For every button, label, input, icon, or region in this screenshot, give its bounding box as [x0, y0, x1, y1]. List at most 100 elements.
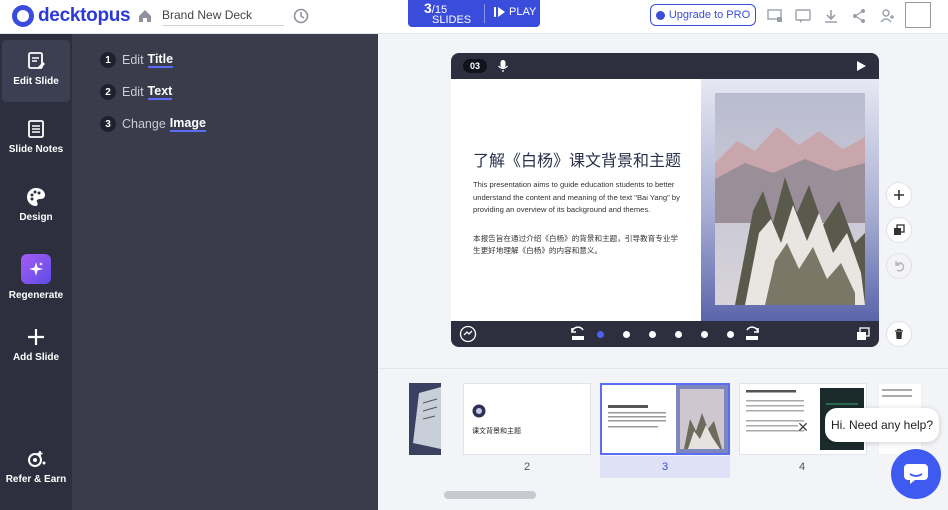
slide-paragraph-cn[interactable]: 本报告旨在通过介绍《白杨》的背景和主题，引导教育专业学生更好地理解《白杨》的内容… — [473, 233, 681, 257]
upgrade-clock-icon — [655, 10, 665, 20]
edit-step-text[interactable]: 2 Edit Text — [100, 83, 173, 101]
upgrade-button[interactable]: Upgrade to PRO — [650, 4, 756, 26]
rail-design[interactable]: Design — [0, 176, 72, 238]
rail-label: Edit Slide — [13, 76, 59, 87]
edit-slide-icon — [28, 52, 45, 69]
next-layout-icon[interactable] — [743, 326, 761, 342]
add-collaborator-icon[interactable] — [878, 7, 896, 25]
add-element-button[interactable] — [886, 182, 912, 208]
slide-topbar: 03 — [451, 53, 879, 79]
sparkle-icon — [29, 262, 43, 276]
download-icon[interactable] — [822, 7, 840, 25]
undo-icon — [895, 261, 905, 272]
thumb-slide-preview — [602, 385, 728, 453]
plus-icon — [894, 190, 904, 200]
step-prefix: Change — [122, 117, 166, 131]
slide-thumbnail-2[interactable]: 课文背景和主题 — [463, 383, 591, 455]
logo-text: decktopus — [38, 5, 131, 26]
regenerate-box — [21, 254, 51, 284]
undo-button[interactable] — [886, 253, 912, 279]
upgrade-label: Upgrade to PRO — [668, 9, 751, 21]
slide-navigation — [451, 321, 879, 347]
rail-label: Refer & Earn — [5, 474, 67, 485]
edit-panel: 1 Edit Title 2 Edit Text 3 Change Image — [72, 34, 378, 510]
deck-name-input[interactable]: Brand New Deck — [162, 6, 284, 26]
step-target: Title — [147, 52, 174, 68]
edit-step-title[interactable]: 1 Edit Title — [100, 51, 174, 69]
layout-dot[interactable] — [675, 331, 682, 338]
slide-thumbnail-3[interactable] — [600, 383, 730, 455]
thumb-logo-icon — [472, 404, 486, 418]
share-icon[interactable] — [850, 7, 868, 25]
step-target: Image — [169, 116, 206, 132]
home-icon[interactable] — [136, 7, 154, 25]
rail-label: Add Slide — [12, 352, 60, 363]
divider — [484, 4, 485, 23]
slide-title[interactable]: 了解《白杨》课文背景和主题 — [473, 147, 681, 171]
filmstrip-scrollbar[interactable] — [444, 491, 536, 499]
slides-counter[interactable]: 3/15 SLIDES — [424, 0, 471, 26]
rail-add-slide[interactable]: Add Slide — [0, 316, 72, 378]
step-number: 2 — [100, 84, 116, 100]
layout-switch-icon[interactable] — [459, 325, 477, 343]
present-icon[interactable] — [766, 7, 784, 25]
gift-icon — [28, 451, 46, 467]
step-prefix: Edit — [122, 85, 144, 99]
chat-icon — [904, 464, 928, 484]
notes-icon — [28, 120, 44, 138]
rail-label: Slide Notes — [8, 144, 64, 155]
help-close-button[interactable]: ✕ — [794, 418, 812, 436]
copy-icon — [894, 224, 905, 235]
play-icon — [498, 7, 505, 17]
play-bar-icon — [494, 7, 496, 17]
thumb-number-3: 3 — [661, 461, 669, 473]
chat-button[interactable] — [891, 449, 941, 499]
help-message[interactable]: Hi. Need any help? — [825, 408, 939, 442]
slide-canvas[interactable]: 了解《白杨》课文背景和主题 This presentation aims to … — [451, 79, 879, 321]
copy-slide-button[interactable] — [886, 217, 912, 243]
layout-dot[interactable] — [649, 331, 656, 338]
plus-icon — [28, 329, 44, 345]
step-number: 1 — [100, 52, 116, 68]
layout-dot[interactable] — [597, 331, 604, 338]
current-slide-number: 3 — [424, 0, 432, 16]
slide-number-badge: 03 — [463, 59, 487, 73]
layout-dot[interactable] — [727, 331, 734, 338]
previous-layout-icon[interactable] — [569, 326, 587, 342]
slides-play-control: 3/15 SLIDES PLAY — [408, 0, 540, 27]
rail-edit-slide[interactable]: Edit Slide — [2, 40, 70, 102]
comment-icon[interactable] — [794, 7, 812, 25]
delete-slide-button[interactable] — [886, 321, 912, 347]
step-prefix: Edit — [122, 53, 144, 67]
logo-mark-icon — [12, 5, 34, 27]
logo[interactable]: decktopus — [12, 5, 131, 27]
avatar[interactable] — [905, 2, 931, 28]
duplicate-icon[interactable] — [855, 326, 871, 342]
slide-editor: 03 了解《白杨》课文背景和主题 This presentation aims … — [451, 53, 879, 347]
rail-label: Regenerate — [8, 290, 64, 301]
play-button[interactable]: PLAY — [494, 6, 536, 18]
rail-regenerate[interactable]: Regenerate — [0, 248, 72, 310]
step-number: 3 — [100, 116, 116, 132]
step-target: Text — [147, 84, 173, 100]
slide-image[interactable] — [715, 93, 865, 305]
palette-icon — [27, 188, 45, 206]
thumb-number-2: 2 — [523, 461, 531, 473]
slide-paragraph[interactable]: This presentation aims to guide educatio… — [473, 179, 681, 217]
rail-slide-notes[interactable]: Slide Notes — [0, 108, 72, 170]
play-slide-icon[interactable] — [855, 60, 867, 72]
thumb-number-4: 4 — [798, 461, 806, 473]
thumb-title: 课文背景和主题 — [472, 428, 521, 435]
play-label: PLAY — [509, 6, 537, 18]
microphone-icon[interactable] — [497, 59, 509, 73]
layout-dot[interactable] — [701, 331, 708, 338]
layout-dot[interactable] — [623, 331, 630, 338]
trash-icon — [895, 328, 903, 339]
left-rail: Edit Slide Slide Notes Design Regenerate… — [0, 34, 72, 510]
top-bar: decktopus Brand New Deck 3/15 SLIDES PLA… — [0, 0, 948, 34]
rail-refer-earn[interactable]: Refer & Earn — [0, 438, 72, 500]
history-icon[interactable] — [292, 7, 310, 25]
rail-label: Design — [19, 212, 53, 223]
edit-step-image[interactable]: 3 Change Image — [100, 115, 206, 133]
slide-thumbnail-1[interactable] — [409, 383, 441, 455]
